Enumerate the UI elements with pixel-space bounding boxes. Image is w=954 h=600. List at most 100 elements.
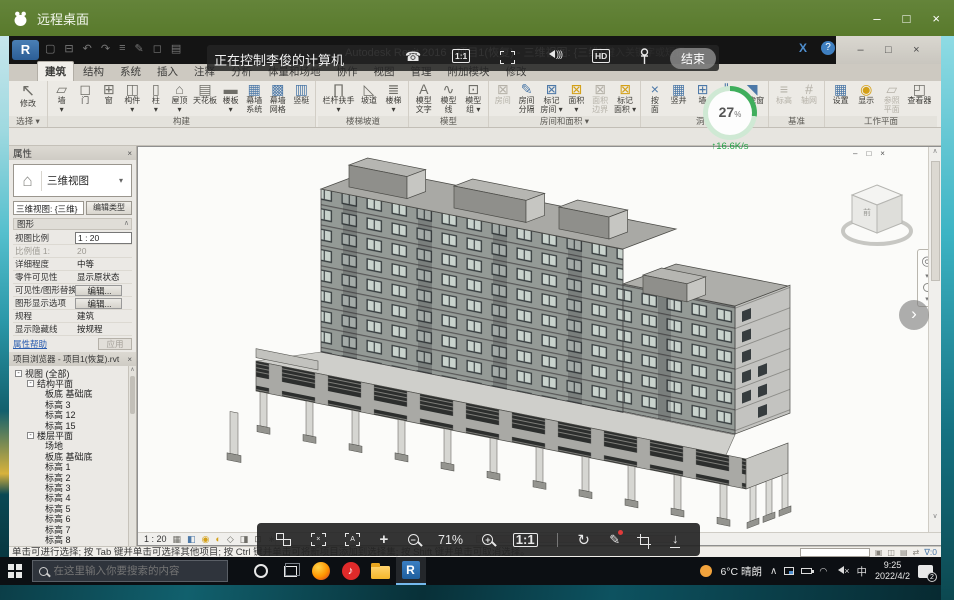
collapse-icon[interactable]: - (15, 370, 22, 377)
status-icon[interactable]: ▣ (875, 547, 883, 557)
qat-icon[interactable]: ▢ (45, 42, 55, 55)
wall-tool[interactable]: ▱墙 ▾ (52, 82, 72, 114)
tree-item[interactable]: 标高 8 (11, 534, 127, 544)
properties-header[interactable]: 属性 × (9, 146, 136, 160)
type-selector[interactable]: ⌂ 三维视图 ▾ (13, 164, 132, 197)
edit-button[interactable]: 编辑... (75, 298, 122, 309)
component-tool[interactable]: ◫构件 ▾ (122, 82, 142, 114)
drawing-area[interactable]: – □ × 前 ◎ ▾ ▾ ∧ ∨ 1 : 20 (137, 146, 941, 546)
refresh-icon[interactable]: ↻ (577, 531, 590, 549)
revit-app-button[interactable]: R (12, 40, 39, 60)
fullscreen-exit-icon[interactable]: × (311, 533, 326, 546)
close-button[interactable]: × (932, 11, 940, 26)
prop-row-view-scale[interactable]: 视图比例1 : 20 (13, 232, 132, 245)
apply-button[interactable]: 应用 (98, 338, 132, 350)
zoom-out-icon[interactable]: − (408, 534, 419, 545)
redo-icon[interactable]: ↷ (101, 42, 110, 55)
prop-value[interactable]: 建筑 (75, 310, 132, 322)
close-icon[interactable]: × (127, 149, 132, 158)
modify-tool[interactable]: ↖ 修改 (18, 82, 38, 109)
collapse-icon[interactable]: ∧ (124, 219, 129, 229)
task-view-button[interactable] (276, 557, 306, 585)
ceiling-tool[interactable]: ▤天花板 (193, 82, 217, 106)
ime-indicator[interactable]: 中 (856, 564, 867, 579)
chevron-down-icon[interactable]: ▾ (119, 176, 131, 185)
section-graphics[interactable]: 图形 ∧ (13, 218, 132, 230)
wifi-icon[interactable]: ◠ (819, 566, 827, 577)
worksets-combo[interactable] (800, 548, 870, 557)
mute-icon[interactable]: × (834, 566, 849, 576)
sun-path-icon[interactable]: ◉ (202, 534, 210, 545)
ref-plane-tool[interactable]: ▱参照 平面 (882, 82, 902, 114)
prop-row-vg-overrides[interactable]: 可见性/图形替换编辑... (13, 284, 132, 297)
tree-item-floor-plans[interactable]: -楼层平面 (11, 430, 127, 440)
zoom-in-icon[interactable]: + (482, 534, 493, 545)
tag-room-tool[interactable]: ⊠标记 房间 ▾ (540, 82, 562, 114)
area-tool[interactable]: ⊠面积 ▾ (566, 82, 586, 114)
zoom-level[interactable]: 71% (438, 533, 463, 547)
area-boundary-tool[interactable]: ⊠面积 边界 (590, 82, 610, 114)
room-separator-tool[interactable]: ✎房间 分隔 (517, 82, 537, 114)
mullion-tool[interactable]: ▥竖梃 (291, 82, 311, 106)
prop-row-hidden-lines[interactable]: 显示隐藏线按规程 (13, 323, 132, 336)
rendering-icon[interactable]: ◇ (227, 534, 234, 545)
qat-icon[interactable]: ≡ (119, 42, 125, 55)
window-tool[interactable]: ⊞窗 (99, 82, 119, 106)
by-face-tool[interactable]: ×按 面 (645, 82, 665, 114)
view-type-combo[interactable]: 三维视图: {三维} (13, 201, 84, 215)
group-label[interactable]: 选择 ▾ (9, 116, 47, 127)
connection-quality-indicator[interactable]: 27 % (703, 86, 757, 140)
room-tool[interactable]: ⊠房间 (493, 82, 513, 106)
floor-tool[interactable]: ▬楼板 ▾ (221, 82, 241, 114)
level-tool[interactable]: ≡标高 (774, 82, 794, 106)
tree-scrollbar[interactable]: ∧ (128, 366, 136, 546)
revit-taskbar-button[interactable]: R (396, 557, 426, 585)
pin-icon[interactable] (640, 48, 649, 68)
status-icon[interactable]: ▤ (900, 547, 908, 557)
search-input[interactable] (54, 565, 214, 577)
prop-value[interactable]: 显示原状态 (75, 271, 132, 283)
notification-center-icon[interactable]: 2 (918, 565, 933, 578)
side-panel-toggle[interactable]: › (899, 300, 929, 330)
fullscreen-icon[interactable] (500, 51, 515, 64)
curtain-system-tool[interactable]: ▦幕墙 系统 (244, 82, 264, 114)
revit-restore-button[interactable]: □ (885, 44, 892, 56)
fit-screen-icon[interactable]: + (380, 531, 389, 548)
railing-tool[interactable]: ∏栏杆扶手 ▾ (323, 82, 355, 114)
revit-close-button[interactable]: × (913, 44, 919, 56)
qat-icon[interactable]: ✎ (134, 42, 143, 55)
tag-area-tool[interactable]: ⊠标记 面积 ▾ (614, 82, 636, 114)
view-scale[interactable]: 1 : 20 (144, 534, 167, 544)
properties-help-link[interactable]: 属性帮助 (13, 338, 47, 350)
scroll-down-icon[interactable]: ∨ (929, 512, 941, 520)
music-app-button[interactable]: ♪ (336, 557, 366, 585)
help-icon[interactable]: ? (821, 41, 835, 55)
view-restore-icon[interactable]: □ (866, 149, 871, 158)
collapse-icon[interactable]: - (27, 432, 34, 439)
vertical-scrollbar[interactable]: ∧ ∨ (928, 147, 941, 534)
shadows-icon[interactable]: ◐ (215, 534, 220, 544)
download-icon[interactable]: ↓ (670, 531, 681, 548)
close-icon[interactable]: × (127, 355, 132, 364)
viewcube[interactable]: 前 (838, 159, 916, 259)
start-button[interactable] (8, 564, 22, 578)
set-workplane-tool[interactable]: ▦设置 (831, 82, 851, 106)
prop-row-discipline[interactable]: 规程建筑 (13, 310, 132, 323)
speaker-icon[interactable]: ))) (545, 49, 562, 59)
annotate-icon[interactable]: ✎ (609, 532, 620, 548)
viewer-tool[interactable]: ◰查看器 (907, 82, 931, 106)
undo-icon[interactable]: ↶ (83, 42, 92, 55)
ramp-tool[interactable]: ◺坡道 (359, 82, 379, 106)
model-text-tool[interactable]: A模型 文字 (414, 82, 434, 114)
prop-value[interactable]: 1 : 20 (75, 232, 132, 244)
scroll-thumb[interactable] (130, 376, 135, 414)
maximize-button[interactable]: □ (903, 11, 911, 26)
status-icon[interactable]: ⇄ (913, 547, 920, 557)
display-tray-icon[interactable] (784, 567, 794, 575)
prop-row-parts-visibility[interactable]: 零件可见性显示原状态 (13, 271, 132, 284)
roof-tool[interactable]: ⌂屋顶 ▾ (169, 82, 189, 114)
tray-expand-icon[interactable]: ∧ (770, 566, 777, 577)
curtain-grid-tool[interactable]: ▩幕墙 网格 (268, 82, 288, 114)
status-icon[interactable]: ◫ (887, 547, 895, 557)
signin-icon[interactable]: X (795, 41, 811, 57)
